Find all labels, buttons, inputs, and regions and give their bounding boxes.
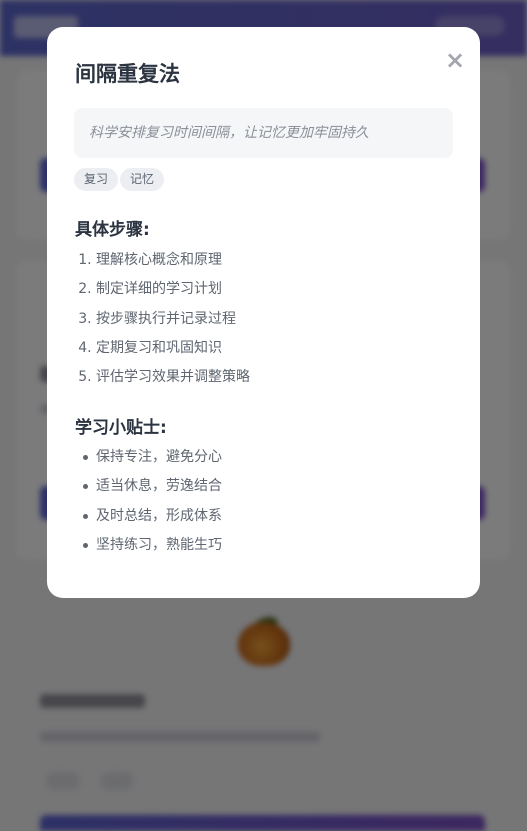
bullet-icon xyxy=(83,455,88,460)
bullet-icon xyxy=(83,542,88,548)
steps-list: 理解核心概念和原理 制定详细的学习计划 按步骤执行并记录过程 定期复习和巩固知识… xyxy=(82,249,250,395)
tag: 复习 xyxy=(74,168,119,191)
tips-heading: 学习小贴士: xyxy=(75,418,167,438)
step-item: 定期复习和巩固知识 xyxy=(96,337,250,366)
method-detail-modal: × 间隔重复法 科学安排复习时间间隔，让记忆更加牢固持久 复习 记忆 具体步骤:… xyxy=(47,27,480,598)
tip-text: 保持专注，避免分心 xyxy=(96,449,222,465)
bullet-icon xyxy=(83,484,88,490)
close-icon[interactable]: × xyxy=(444,48,466,72)
method-description: 科学安排复习时间间隔，让记忆更加牢固持久 xyxy=(74,108,453,158)
tip-item: 保持专注，避免分心 xyxy=(83,446,222,475)
tip-item: 及时总结，形成体系 xyxy=(83,505,222,534)
tip-text: 坚持练习，熟能生巧 xyxy=(96,536,222,553)
tip-item: 坚持练习，熟能生巧 xyxy=(83,534,222,563)
tip-text: 适当休息，劳逸结合 xyxy=(96,478,222,495)
tip-item: 适当休息，劳逸结合 xyxy=(83,475,222,504)
tips-list: 保持专注，避免分心 适当休息，劳逸结合 及时总结，形成体系 坚持练习，熟能生巧 xyxy=(82,446,222,563)
step-item: 理解核心概念和原理 xyxy=(96,249,250,278)
step-item: 按步骤执行并记录过程 xyxy=(96,308,250,337)
tip-text: 及时总结，形成体系 xyxy=(96,507,222,524)
modal-title: 间隔重复法 xyxy=(75,62,180,86)
tag: 记忆 xyxy=(120,168,165,191)
tag-list: 复习 记忆 xyxy=(74,168,165,191)
step-item: 评估学习效果并调整策略 xyxy=(96,366,250,395)
step-item: 制定详细的学习计划 xyxy=(96,278,250,307)
steps-heading: 具体步骤: xyxy=(75,220,150,240)
bullet-icon xyxy=(83,513,88,519)
